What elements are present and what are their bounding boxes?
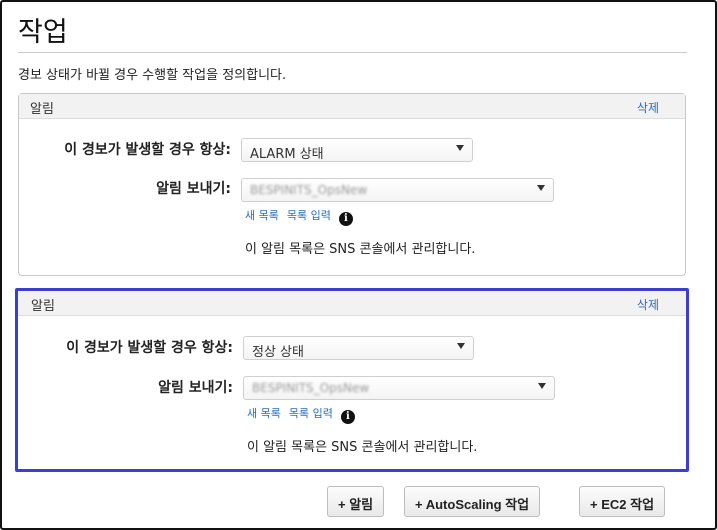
condition-select[interactable]: 정상 상태 <box>243 336 474 360</box>
list-links: 새 목록 목록 입력 i <box>245 207 353 226</box>
panel-header: 알림 삭제 <box>18 291 686 316</box>
chevron-down-icon <box>456 145 464 151</box>
enter-list-link[interactable]: 목록 입력 <box>289 407 333 420</box>
topic-select-value: BESPINITS_OpsNew <box>252 381 370 395</box>
condition-label: 이 경보가 발생할 경우 항상: <box>66 340 233 356</box>
page-subtitle: 경보 상태가 바뀔 경우 수행할 작업을 정의합니다. <box>18 68 287 83</box>
panel-header: 알림 삭제 <box>19 94 685 119</box>
send-label: 알림 보내기: <box>156 181 231 197</box>
info-icon[interactable]: i <box>340 410 355 424</box>
chevron-down-icon <box>538 383 546 389</box>
topic-select-value: BESPINITS_OpsNew <box>250 183 368 197</box>
panel-title: 알림 <box>30 102 54 117</box>
topic-select[interactable]: BESPINITS_OpsNew <box>243 376 555 400</box>
condition-select[interactable]: ALARM 상태 <box>241 138 473 162</box>
send-label: 알림 보내기: <box>158 380 233 396</box>
add-ec2-button[interactable]: + EC2 작업 <box>579 486 666 517</box>
chevron-down-icon <box>537 185 545 191</box>
panel-title: 알림 <box>31 299 55 314</box>
page-title: 작업 <box>18 17 68 48</box>
sns-note: 이 알림 목록은 SNS 콘솔에서 관리합니다. <box>247 440 478 455</box>
delete-link[interactable]: 삭제 <box>637 296 659 313</box>
sns-note: 이 알림 목록은 SNS 콘솔에서 관리합니다. <box>245 242 476 257</box>
enter-list-link[interactable]: 목록 입력 <box>287 209 331 222</box>
chevron-down-icon <box>457 343 465 349</box>
list-links: 새 목록 목록 입력 i <box>247 405 355 424</box>
notification-panel-selected: 알림 삭제 이 경보가 발생할 경우 항상: 정상 상태 알림 보내기: BES… <box>15 288 689 472</box>
delete-link[interactable]: 삭제 <box>637 99 659 116</box>
topic-select[interactable]: BESPINITS_OpsNew <box>241 178 554 202</box>
condition-label: 이 경보가 발생할 경우 항상: <box>64 142 231 158</box>
info-icon[interactable]: i <box>338 212 353 226</box>
new-list-link[interactable]: 새 목록 <box>247 407 281 420</box>
title-divider <box>18 52 687 53</box>
new-list-link[interactable]: 새 목록 <box>245 209 279 222</box>
add-autoscaling-button[interactable]: + AutoScaling 작업 <box>404 486 541 517</box>
condition-select-value: ALARM 상태 <box>250 147 324 162</box>
add-notification-button[interactable]: + 알림 <box>327 486 385 517</box>
condition-select-value: 정상 상태 <box>252 345 304 360</box>
notification-panel: 알림 삭제 이 경보가 발생할 경우 항상: ALARM 상태 알림 보내기: … <box>18 93 686 276</box>
